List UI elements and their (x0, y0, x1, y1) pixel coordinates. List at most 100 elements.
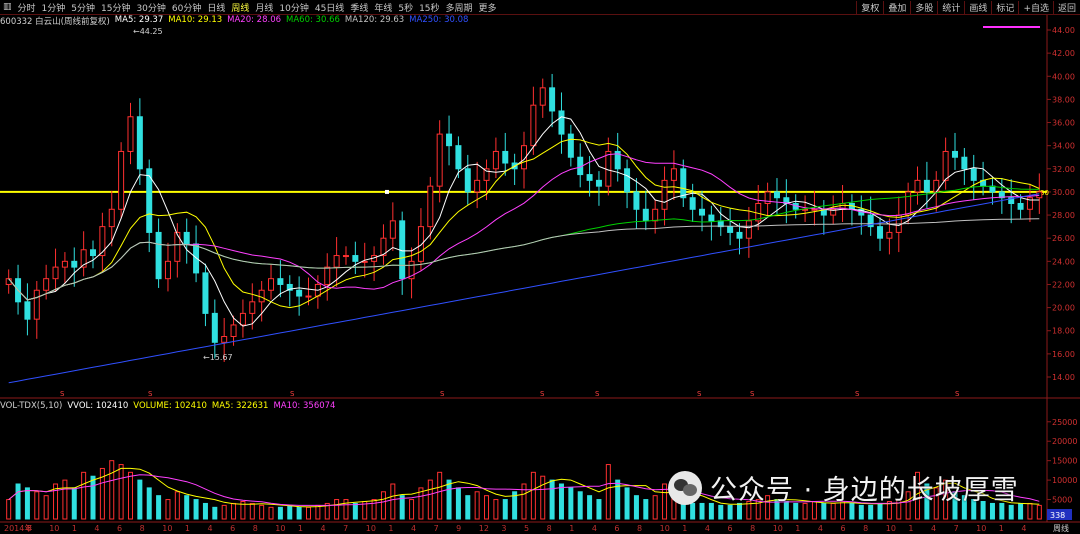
volume-bar (605, 464, 611, 520)
split-marker: S (148, 390, 153, 398)
volume-bar (380, 491, 386, 520)
split-marker: S (697, 390, 702, 398)
date-tick-label: 1 (908, 524, 913, 533)
volume-bar (371, 499, 377, 520)
candle-body (464, 168, 471, 193)
price-tick-label: 28.00 (1052, 211, 1075, 220)
date-tick-label: 7 (954, 524, 959, 533)
volume-bar (137, 479, 143, 520)
date-tick-label: 1 (388, 524, 393, 533)
volume-bar (1027, 502, 1033, 520)
volume-bar (212, 506, 218, 520)
candle-body (258, 289, 265, 303)
price-tick-label: 20.00 (1052, 304, 1075, 313)
split-marker: S (290, 390, 295, 398)
volume-bar (390, 483, 396, 520)
watermark-text: 公众号 · 身边的长坡厚雪 (710, 475, 1019, 506)
candle-body (633, 191, 640, 210)
candle-body (277, 278, 284, 285)
candle-body (595, 179, 602, 187)
date-tick-label: 8 (253, 524, 258, 533)
price-tick-label: 40.00 (1052, 72, 1075, 81)
date-tick-label: 1 (185, 524, 190, 533)
volume-bar (549, 479, 555, 520)
volume-bar (43, 495, 49, 520)
split-marker: S (440, 390, 445, 398)
volume-bar (1008, 504, 1014, 520)
candle-body (530, 104, 537, 147)
candle-body (745, 220, 752, 239)
candle-body (90, 249, 97, 257)
price-tick-label: 16.00 (1052, 350, 1075, 359)
candle-body (1036, 191, 1043, 199)
candle-body (108, 208, 115, 228)
date-tick-label: 9 (456, 524, 461, 533)
date-tick-label: 12 (479, 524, 489, 533)
date-tick-label: 4 (207, 524, 212, 533)
volume-bar (231, 502, 237, 520)
date-tick-label: 4 (94, 524, 99, 533)
split-marker: S (750, 390, 755, 398)
date-tick-label: 5 (524, 524, 529, 533)
candle-body (221, 336, 228, 343)
candle-body (970, 168, 977, 181)
volume-bar (493, 499, 499, 520)
volume-bar (268, 506, 274, 520)
kline-chart[interactable]: 44.00 42.00 40.00 38.00 36.00 34.00 32.00 30.00… (0, 0, 1080, 534)
volume-bar (118, 464, 124, 520)
price-tick-label: 14.00 (1052, 373, 1075, 382)
split-marker: S (595, 390, 600, 398)
candle-body (71, 260, 78, 268)
price-tick-label: 32.00 (1052, 165, 1075, 174)
volume-bar (315, 504, 321, 520)
volume-bar (306, 506, 312, 520)
volume-bar (6, 499, 12, 520)
volume-bar (587, 495, 593, 520)
candle-body (455, 145, 462, 170)
price-tick-label: 22.00 (1052, 280, 1075, 289)
volume-bar (652, 495, 658, 520)
candle-body (923, 179, 930, 193)
candle-body (642, 208, 649, 222)
candle-body (886, 231, 893, 239)
candle-body (942, 150, 949, 181)
candle-body (605, 150, 612, 187)
volume-bar (1018, 502, 1024, 520)
date-tick-label: 6 (117, 524, 122, 533)
volume-bar (249, 502, 255, 520)
date-tick-label: 7 (434, 524, 439, 533)
date-tick-label: 4 (1021, 524, 1026, 533)
candle-body (474, 179, 481, 193)
period-badge: 周线 (1053, 523, 1069, 533)
volume-bar (465, 495, 471, 520)
candle-body (699, 208, 706, 216)
volume-bar (643, 499, 649, 520)
volume-bar (727, 504, 733, 520)
candle-body (417, 226, 424, 262)
candle-body (492, 150, 499, 170)
volume-bar (259, 504, 265, 520)
date-tick-label: 10 (366, 524, 376, 533)
date-tick-label: 6 (230, 524, 235, 533)
candle-body (239, 312, 246, 326)
candle-body (652, 208, 659, 222)
volume-bar (90, 475, 96, 520)
volume-bar (146, 487, 152, 520)
split-marker: S (60, 390, 65, 398)
volume-bar (484, 495, 490, 520)
volume-bar (858, 504, 864, 520)
candle-body (736, 231, 743, 239)
candle-body (558, 110, 565, 135)
volume-bar (540, 475, 546, 520)
candle-body (324, 266, 331, 285)
volume-bar (156, 495, 162, 520)
volume-bar (202, 502, 208, 520)
candle-body (427, 185, 434, 228)
candle-body (155, 231, 162, 280)
date-tick-label: 10 (275, 524, 285, 533)
volume-badge-label: 338 (1050, 511, 1065, 520)
volume-bar (109, 460, 115, 520)
candle-body (586, 174, 593, 181)
date-tick-label: 10 (886, 524, 896, 533)
watermark: 公众号 · 身边的长坡厚雪 (668, 468, 1019, 507)
